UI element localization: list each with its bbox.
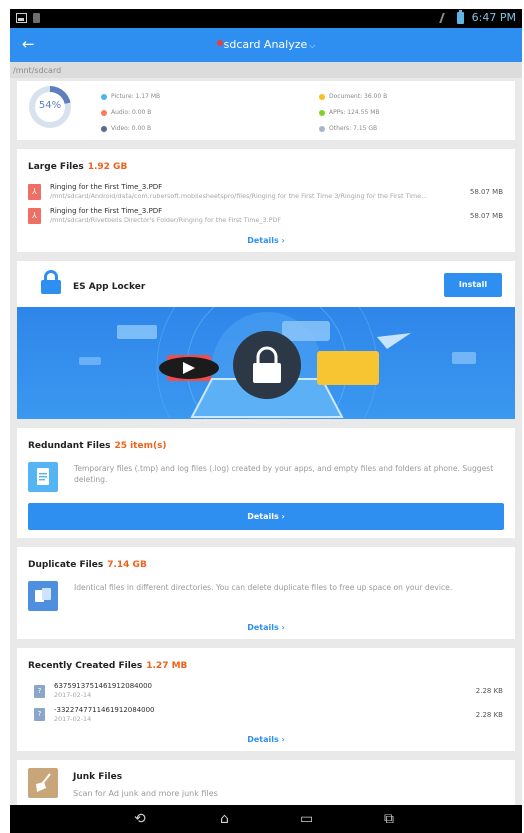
app-locker-title: ES App Locker [73,282,146,292]
file-name: -3322747711461912084000 [54,706,155,714]
duplicate-files-heading: Duplicate Files 7.14 GB [28,560,147,570]
device-frame: 6:47 PM ← sdcard Analyze ⌵ /mnt/sdcard 54… [0,0,524,833]
nav-home-icon[interactable]: ⌂ [220,811,229,827]
current-path: /mnt/sdcard [10,62,522,78]
unknown-file-icon: ? [34,708,45,721]
legend-apps: APPs: 124.55 MB [319,109,379,116]
file-size: 2.28 KB [475,711,503,719]
legend-audio: Audio: 0.00 B [101,109,151,116]
red-dot-icon [216,40,223,46]
redundant-files-heading: Redundant Files 25 item(s) [28,441,167,451]
file-path: /mnt/sdcard/Rivetbells Director's Folder… [50,216,282,224]
others-dot-icon [319,125,325,132]
junk-files-description: Scan for Ad junk and more junk files [73,789,218,798]
storage-summary-card: 54% Picture: 1.17 MB Audio: 0.00 B Video… [17,81,515,140]
redundant-files-description: Temporary files (.tmp) and log files (.l… [74,464,494,484]
file-name: 6375913751461912084000 [54,682,152,690]
apps-dot-icon [319,109,325,116]
nav-back-icon[interactable]: ⟲ [134,811,146,827]
lock-illustration [79,307,476,419]
file-date: 2017-02-14 [54,691,92,699]
analyze-title-dropdown[interactable]: sdcard Analyze ⌵ [10,38,522,51]
lock-icon [41,270,61,294]
battery-icon [456,9,464,24]
status-right: 6:47 PM [438,9,516,24]
recent-files-card: Recently Created Files 1.27 MB ? 63759137… [17,648,515,751]
duplicate-files-description: Identical files in different directories… [74,583,453,592]
nav-recents-icon[interactable]: ▭ [300,811,313,827]
legend-others: Others: 7.15 GB [319,125,377,132]
nav-screenshot-icon[interactable]: ⧉ [384,811,394,827]
recent-files-size: 1.27 MB [146,661,188,671]
duplicate-files-size: 7.14 GB [107,560,147,570]
app-locker-banner-image[interactable] [17,307,515,419]
duplicate-files-card: Duplicate Files 7.14 GB Identical files i… [17,547,515,639]
duplicate-copy-icon [28,581,58,611]
storage-usage-donut: 54% [29,86,71,128]
chevron-down-icon: ⌵ [309,41,316,50]
redundant-files-count: 25 item(s) [114,441,167,451]
signal-icon [438,12,451,23]
legend-video: Video: 0.00 B [101,125,151,132]
file-size: 58.07 MB [469,212,503,220]
status-bar: 6:47 PM [10,9,522,28]
recent-details-link[interactable]: Details › [17,735,515,744]
file-size: 2.28 KB [475,687,503,695]
unknown-file-icon: ? [34,685,45,698]
storage-percent: 54% [38,100,62,111]
file-date: 2017-02-14 [54,715,92,723]
install-button[interactable]: Install [444,273,502,297]
redundant-details-button[interactable]: Details › [28,503,504,530]
sdcard-notification-icon [33,13,40,23]
large-files-card: Large Files 1.92 GB ⅄ Ringing for the Fir… [17,149,515,252]
pdf-icon: ⅄ [28,208,41,224]
navigation-bar: ⟲ ⌂ ▭ ⧉ [10,805,522,833]
file-name: Ringing for the First Time_3.PDF [50,183,163,191]
large-files-size: 1.92 GB [87,162,128,172]
video-dot-icon [101,125,107,132]
large-files-heading: Large Files 1.92 GB [28,162,128,172]
junk-files-title: Junk Files [73,772,123,782]
audio-dot-icon [101,109,107,116]
screen: 6:47 PM ← sdcard Analyze ⌵ /mnt/sdcard 54… [10,9,522,833]
app-locker-card: ES App Locker Install [17,261,515,419]
file-path: /mnt/sdcard/Android/data/com.rubersoft.m… [50,192,428,200]
status-notifications [16,13,40,23]
document-dot-icon [319,93,325,100]
recent-files-heading: Recently Created Files 1.27 MB [28,661,188,671]
pdf-icon: ⅄ [28,184,41,200]
document-icon [28,462,58,492]
page-title: sdcard Analyze [223,38,308,51]
status-time: 6:47 PM [471,11,516,24]
duplicate-details-link[interactable]: Details › [17,623,515,632]
gallery-notification-icon [16,13,27,23]
legend-picture: Picture: 1.17 MB [101,93,160,100]
file-name: Ringing for the First Time_3.PDF [50,207,163,215]
picture-dot-icon [101,93,107,100]
large-files-details-link[interactable]: Details › [17,236,515,245]
broom-icon [28,768,58,798]
app-bar: ← sdcard Analyze ⌵ [10,28,522,62]
legend-document: Document: 36.00 B [319,93,387,100]
redundant-files-card: Redundant Files 25 item(s) Temporary file… [17,428,515,538]
file-size: 58.07 MB [469,188,503,196]
